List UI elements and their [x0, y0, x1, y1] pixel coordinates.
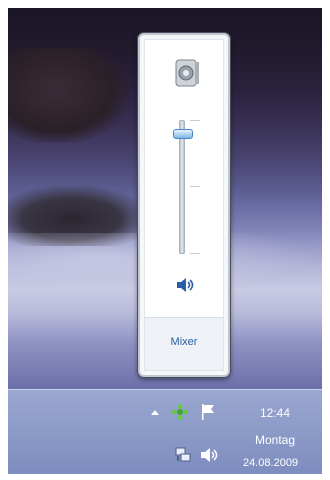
clock-day[interactable]: Montag: [255, 433, 295, 447]
speaker-device-icon[interactable]: [173, 58, 201, 88]
clock-date[interactable]: 24.08.2009: [243, 457, 298, 469]
mixer-link[interactable]: Mixer: [145, 336, 223, 348]
volume-slider-thumb[interactable]: [173, 128, 193, 139]
clock-time[interactable]: 12:44: [260, 406, 290, 420]
show-hidden-icons-arrow-icon[interactable]: [151, 410, 159, 415]
volume-slider-ticks: [190, 120, 202, 254]
mute-toggle-speaker-icon[interactable]: [175, 276, 197, 294]
action-center-flag-icon[interactable]: [200, 403, 216, 421]
volume-flyout-panel: Mixer: [144, 39, 224, 371]
network-icon[interactable]: [174, 446, 192, 464]
volume-flyout: Mixer: [138, 33, 230, 377]
mixer-footer: Mixer: [145, 317, 223, 370]
green-flower-icon[interactable]: [172, 404, 188, 420]
wallpaper-rock: [8, 48, 128, 143]
taskbar: 12:44 Montag 24.08.2009: [8, 389, 322, 474]
volume-slider-track[interactable]: [179, 120, 185, 254]
volume-icon[interactable]: [200, 447, 220, 463]
